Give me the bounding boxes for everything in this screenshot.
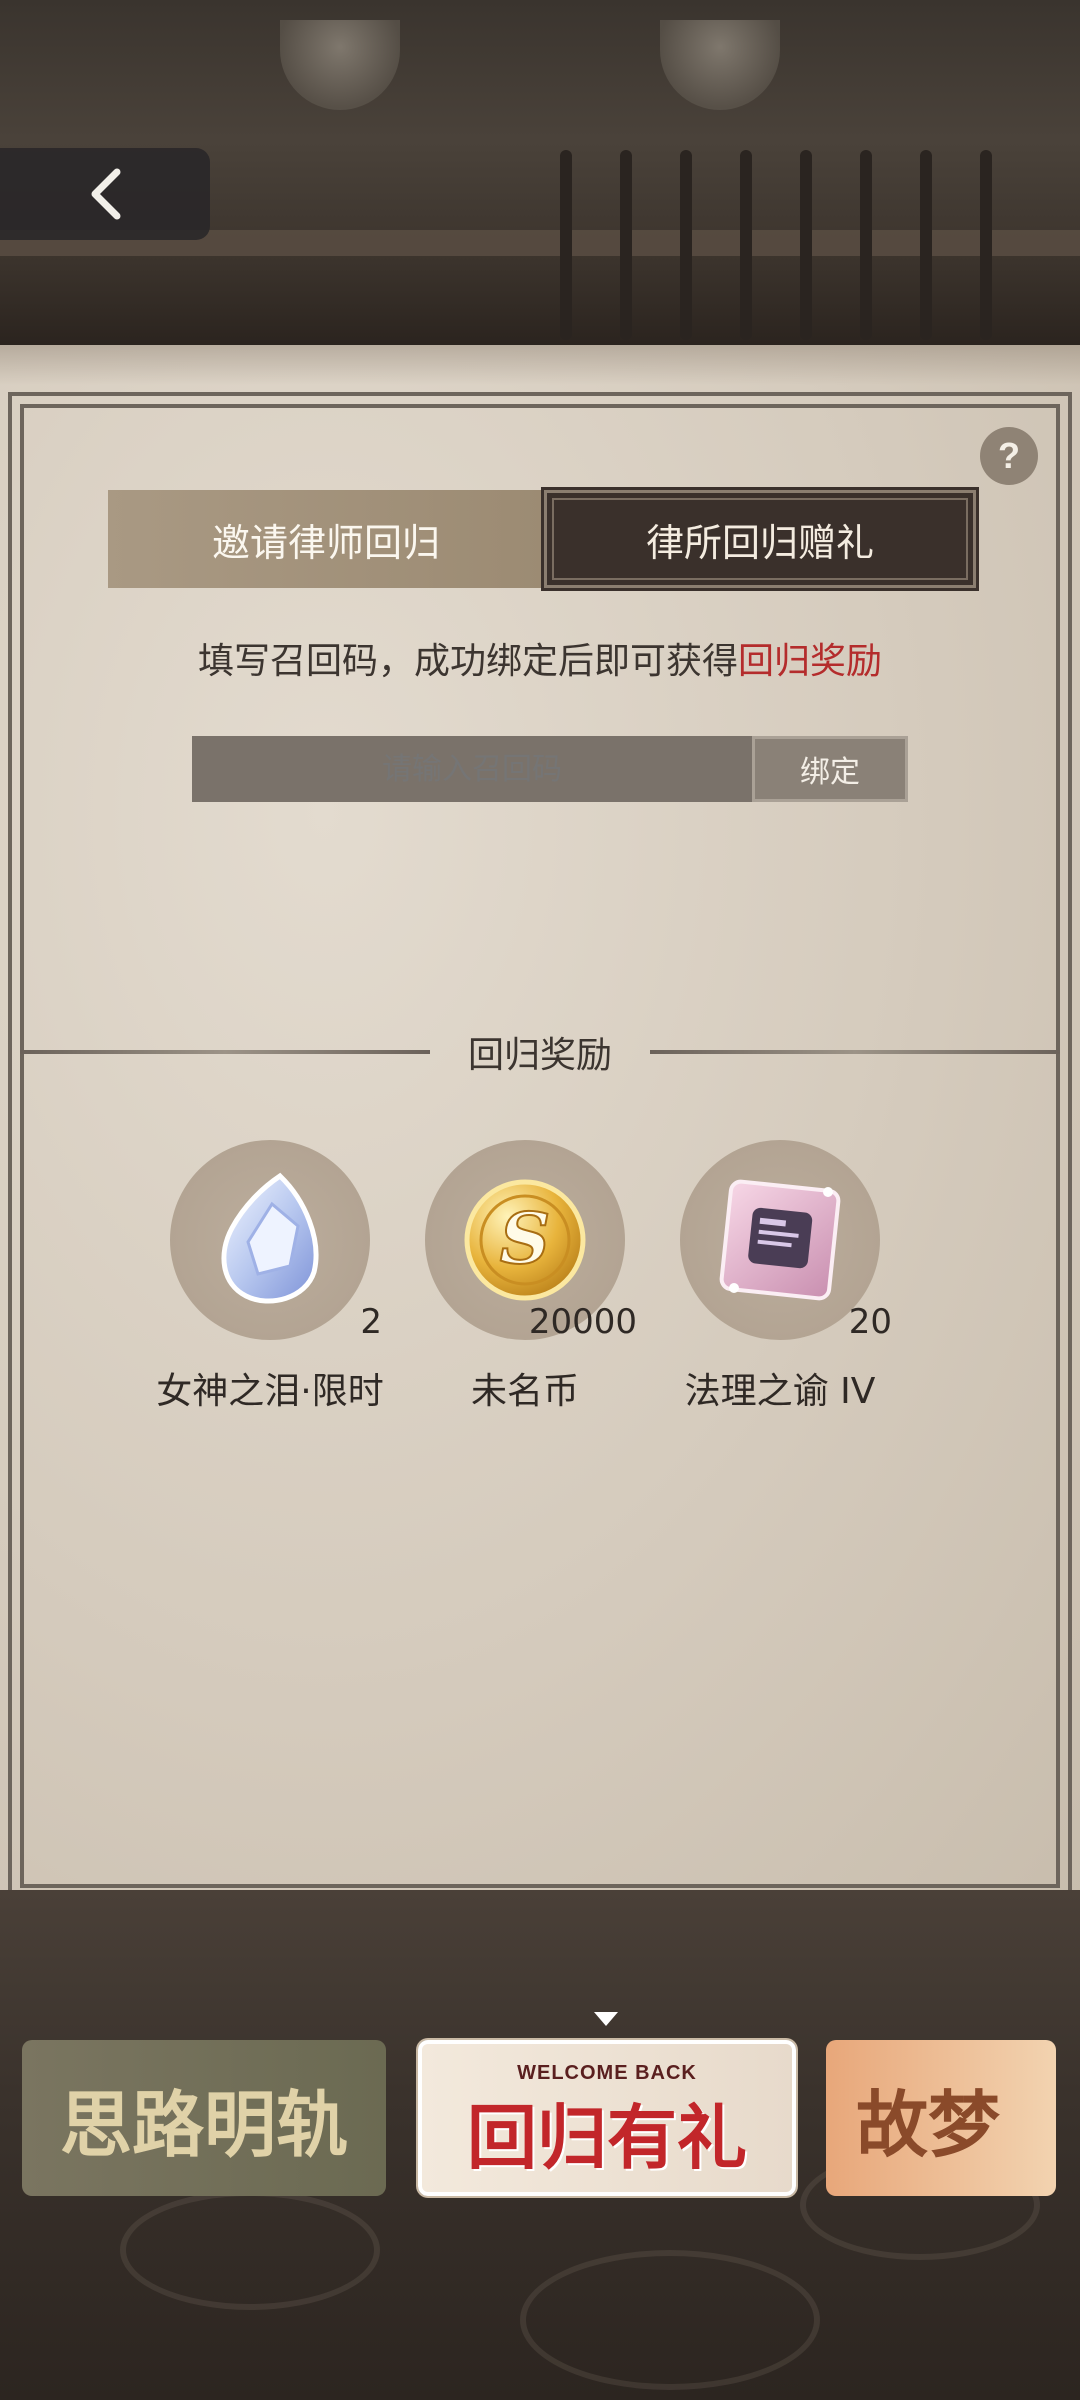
tab-bar: 邀请律师回归 律所回归赠礼 bbox=[108, 487, 979, 591]
banner-subtitle: WELCOME BACK bbox=[517, 2062, 697, 2084]
gold-coin-icon: S bbox=[464, 1179, 586, 1301]
instruction-highlight: 回归奖励 bbox=[738, 641, 883, 682]
tab-invite-lawyer[interactable]: 邀请律师回归 bbox=[108, 490, 544, 588]
recall-code-form: 绑定 bbox=[192, 736, 908, 802]
reward-item[interactable]: S 20000 未名币 bbox=[405, 1140, 645, 1414]
reward-list: 2 女神之泪·限时 S 20000 未名币 20 法理之谕 IV bbox=[150, 1140, 900, 1414]
reward-item[interactable]: 20 法理之谕 IV bbox=[660, 1140, 900, 1414]
railing-post bbox=[620, 150, 632, 340]
reward-icon-frame: 2 bbox=[170, 1140, 382, 1342]
chandelier-decor bbox=[660, 20, 780, 110]
railing-post bbox=[680, 150, 692, 340]
help-icon: ? bbox=[998, 435, 1020, 476]
event-banner-carousel: 思路明轨 WELCOME BACK 回归有礼 故梦 bbox=[0, 2040, 1080, 2210]
chevron-left-icon bbox=[91, 168, 121, 220]
railing-post bbox=[860, 150, 872, 340]
event-banner-item[interactable]: 故梦 bbox=[826, 2040, 1056, 2196]
reward-quantity: 2 bbox=[360, 1302, 382, 1342]
banner-title: 回归有礼 bbox=[467, 2095, 747, 2179]
railing-post bbox=[920, 150, 932, 340]
instruction-main: 填写召回码，成功绑定后即可获得 bbox=[197, 641, 738, 682]
reward-quantity: 20 bbox=[848, 1302, 892, 1342]
event-banner-item[interactable]: 思路明轨 bbox=[22, 2040, 386, 2196]
reward-name: 未名币 bbox=[470, 1371, 579, 1412]
reward-item[interactable]: 2 女神之泪·限时 bbox=[150, 1140, 390, 1414]
tab-return-gift[interactable]: 律所回归赠礼 bbox=[541, 487, 979, 591]
reward-name: 法理之谕 IV bbox=[684, 1371, 876, 1412]
bind-button-label: 绑定 bbox=[800, 755, 860, 790]
rewards-section-header: 回归奖励 bbox=[20, 1030, 1061, 1076]
reward-quantity: 20000 bbox=[528, 1302, 637, 1342]
railing-post bbox=[740, 150, 752, 340]
reward-icon-frame: 20 bbox=[680, 1140, 892, 1342]
tab-label: 律所回归赠礼 bbox=[645, 520, 874, 565]
divider bbox=[650, 1050, 1061, 1054]
svg-text:S: S bbox=[500, 1197, 551, 1280]
railing-post bbox=[980, 150, 992, 340]
banner-title: 故梦 bbox=[856, 2081, 1001, 2167]
event-banner-item-selected[interactable]: WELCOME BACK 回归有礼 bbox=[418, 2040, 796, 2196]
reward-icon-frame: S 20000 bbox=[425, 1140, 637, 1342]
railing-post bbox=[800, 150, 812, 340]
bind-button[interactable]: 绑定 bbox=[752, 736, 908, 802]
floor-pattern bbox=[520, 2250, 820, 2390]
rewards-section-title: 回归奖励 bbox=[468, 1035, 613, 1076]
divider bbox=[20, 1050, 430, 1054]
crystal-tear-icon bbox=[221, 1172, 319, 1304]
selected-banner-indicator bbox=[594, 2012, 618, 2026]
chandelier-decor bbox=[280, 20, 400, 110]
reward-name: 女神之泪·限时 bbox=[156, 1371, 384, 1412]
recall-code-input[interactable] bbox=[192, 736, 752, 802]
railing-post bbox=[560, 150, 572, 340]
tab-label: 邀请律师回归 bbox=[211, 520, 440, 565]
help-button[interactable]: ? bbox=[980, 427, 1038, 485]
banner-title: 思路明轨 bbox=[59, 2081, 348, 2167]
back-button[interactable] bbox=[0, 148, 210, 240]
chip-card-icon bbox=[719, 1179, 841, 1301]
instruction-text: 填写召回码，成功绑定后即可获得回归奖励 bbox=[0, 632, 1080, 684]
